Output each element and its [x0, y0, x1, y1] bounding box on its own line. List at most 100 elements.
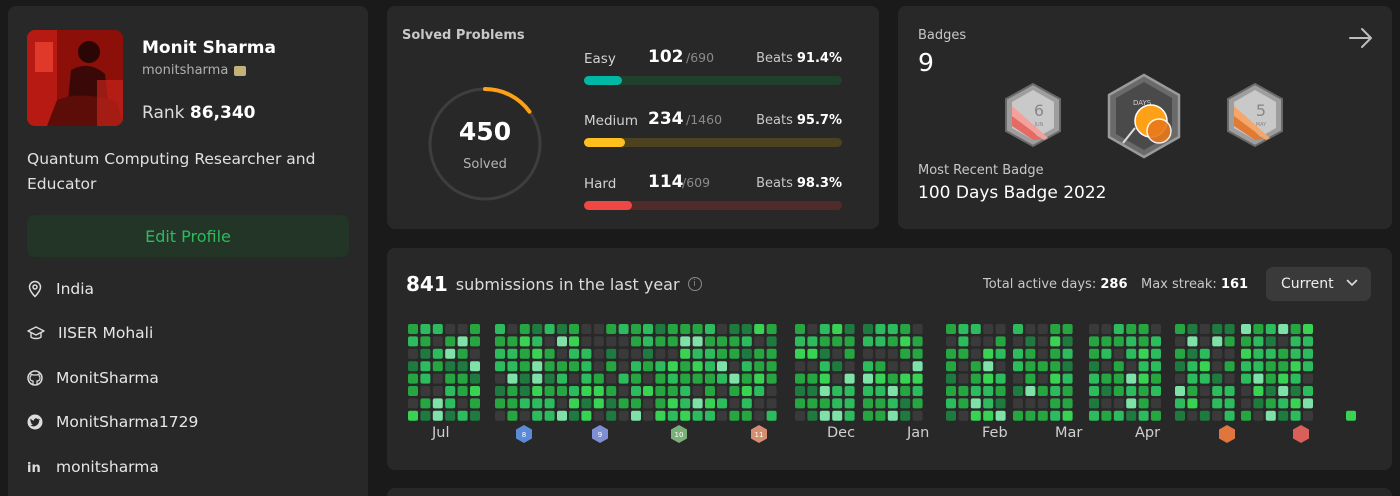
calendar-day-cell[interactable] [1224, 361, 1235, 372]
100-days-badge-icon[interactable]: DAYS [1105, 73, 1183, 159]
calendar-day-cell[interactable] [692, 386, 703, 396]
calendar-day-cell[interactable] [983, 373, 994, 384]
mini-badge-icon[interactable]: 10 [669, 424, 689, 444]
calendar-day-cell[interactable] [1050, 361, 1061, 372]
calendar-day-cell[interactable] [717, 398, 727, 409]
calendar-day-cell[interactable] [581, 373, 592, 384]
calendar-day-cell[interactable] [593, 336, 604, 347]
calendar-day-cell[interactable] [983, 348, 994, 359]
calendar-day-cell[interactable] [1265, 373, 1276, 384]
calendar-day-cell[interactable] [1138, 373, 1149, 384]
calendar-day-cell[interactable] [958, 336, 969, 347]
calendar-day-cell[interactable] [1303, 398, 1313, 409]
calendar-day-cell[interactable] [692, 324, 703, 334]
edit-profile-button[interactable]: Edit Profile [27, 215, 349, 257]
calendar-day-cell[interactable] [900, 410, 911, 421]
calendar-day-cell[interactable] [519, 398, 530, 409]
calendar-day-cell[interactable] [1151, 386, 1161, 396]
calendar-day-cell[interactable] [1212, 410, 1223, 421]
calendar-day-cell[interactable] [1025, 336, 1036, 347]
calendar-day-cell[interactable] [807, 386, 818, 396]
calendar-day-cell[interactable] [766, 398, 777, 409]
calendar-day-cell[interactable] [1241, 398, 1251, 409]
calendar-day-cell[interactable] [1062, 361, 1073, 372]
calendar-day-cell[interactable] [519, 348, 530, 359]
calendar-day-cell[interactable] [946, 398, 956, 409]
calendar-day-cell[interactable] [807, 348, 818, 359]
calendar-day-cell[interactable] [618, 373, 629, 384]
calendar-day-cell[interactable] [1187, 336, 1198, 347]
calendar-day-cell[interactable] [408, 386, 418, 396]
calendar-day-cell[interactable] [875, 324, 886, 334]
calendar-day-cell[interactable] [754, 336, 765, 347]
calendar-day-cell[interactable] [470, 410, 480, 421]
calendar-day-cell[interactable] [1151, 348, 1161, 359]
calendar-day-cell[interactable] [1303, 386, 1313, 396]
calendar-day-cell[interactable] [420, 398, 431, 409]
calendar-day-cell[interactable] [1013, 410, 1023, 421]
calendar-day-cell[interactable] [1253, 398, 1264, 409]
calendar-day-cell[interactable] [631, 348, 641, 359]
calendar-day-cell[interactable] [807, 398, 818, 409]
calendar-day-cell[interactable] [1101, 361, 1112, 372]
calendar-day-cell[interactable] [1113, 386, 1124, 396]
calendar-day-cell[interactable] [667, 398, 678, 409]
calendar-day-cell[interactable] [946, 361, 956, 372]
calendar-day-cell[interactable] [1151, 336, 1161, 347]
calendar-day-cell[interactable] [667, 348, 678, 359]
calendar-day-cell[interactable] [557, 336, 567, 347]
calendar-day-cell[interactable] [819, 336, 830, 347]
calendar-day-cell[interactable] [970, 336, 981, 347]
calendar-day-cell[interactable] [1253, 348, 1264, 359]
calendar-day-cell[interactable] [705, 386, 715, 396]
calendar-day-cell[interactable] [1303, 361, 1313, 372]
calendar-day-cell[interactable] [1113, 398, 1124, 409]
calendar-day-cell[interactable] [432, 348, 443, 359]
calendar-day-cell[interactable] [875, 361, 886, 372]
calendar-day-cell[interactable] [819, 373, 830, 384]
calendar-day-cell[interactable] [544, 336, 555, 347]
calendar-day-cell[interactable] [1278, 361, 1289, 372]
calendar-day-cell[interactable] [432, 361, 443, 372]
calendar-day-cell[interactable] [1025, 373, 1036, 384]
calendar-day-cell[interactable] [766, 361, 777, 372]
calendar-day-cell[interactable] [1224, 373, 1235, 384]
calendar-day-cell[interactable] [557, 373, 567, 384]
calendar-day-cell[interactable] [420, 386, 431, 396]
calendar-day-cell[interactable] [408, 398, 418, 409]
calendar-day-cell[interactable] [631, 361, 641, 372]
calendar-day-cell[interactable] [495, 398, 505, 409]
calendar-day-cell[interactable] [1013, 373, 1023, 384]
calendar-day-cell[interactable] [432, 373, 443, 384]
calendar-day-cell[interactable] [680, 398, 691, 409]
calendar-day-cell[interactable] [680, 410, 691, 421]
calendar-day-cell[interactable] [1265, 324, 1276, 334]
info-twitter[interactable]: MonitSharma1729 [27, 413, 198, 431]
calendar-day-cell[interactable] [1290, 386, 1301, 396]
calendar-day-cell[interactable] [1265, 398, 1276, 409]
calendar-day-cell[interactable] [445, 410, 456, 421]
calendar-day-cell[interactable] [1187, 373, 1198, 384]
calendar-day-cell[interactable] [1050, 398, 1061, 409]
calendar-day-cell[interactable] [408, 410, 418, 421]
calendar-day-cell[interactable] [807, 361, 818, 372]
calendar-day-cell[interactable] [1037, 348, 1048, 359]
calendar-day-cell[interactable] [766, 410, 777, 421]
calendar-day-cell[interactable] [457, 386, 468, 396]
calendar-day-cell[interactable] [1113, 336, 1124, 347]
calendar-day-cell[interactable] [741, 348, 752, 359]
calendar-day-cell[interactable] [408, 373, 418, 384]
calendar-day-cell[interactable] [807, 410, 818, 421]
calendar-day-cell[interactable] [1037, 336, 1048, 347]
calendar-day-cell[interactable] [606, 386, 617, 396]
calendar-day-cell[interactable] [995, 324, 1006, 334]
calendar-day-cell[interactable] [1253, 410, 1264, 421]
calendar-day-cell[interactable] [569, 386, 579, 396]
calendar-day-cell[interactable] [766, 373, 777, 384]
calendar-day-cell[interactable] [741, 398, 752, 409]
calendar-day-cell[interactable] [819, 386, 830, 396]
calendar-day-cell[interactable] [581, 410, 592, 421]
calendar-day-cell[interactable] [643, 373, 653, 384]
calendar-day-cell[interactable] [844, 386, 855, 396]
calendar-day-cell[interactable] [958, 410, 969, 421]
